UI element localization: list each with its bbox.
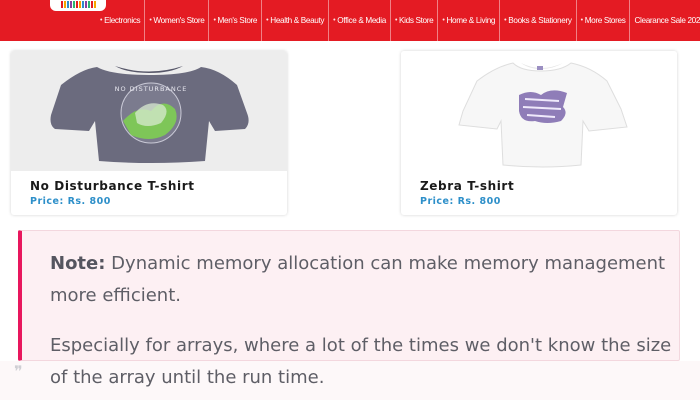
nav-item-label: Health & Beauty [270,16,325,25]
product-name[interactable]: Zebra T-shirt [420,179,514,193]
nav-item-books-stationery[interactable]: • Books & Stationery [500,0,577,41]
nav-item-health-beauty[interactable]: • Health & Beauty [262,0,330,41]
white-tshirt-zebra-image[interactable] [401,51,677,171]
nav-item-label: Men's Store [217,16,258,25]
nav-item-clearance-sale[interactable]: Clearance Sale 2022 [630,0,700,41]
nav-item-office-media[interactable]: • Office & Media [329,0,391,41]
product-price: Price: Rs. 800 [420,196,501,207]
nav-item-label: Women's Store [153,16,205,25]
nav-item-mens-store[interactable]: • Men's Store [209,0,263,41]
nav-item-electronics[interactable]: • Electronics [96,0,146,41]
nav-item-label: Office & Media [337,16,386,25]
nav-item-kids-store[interactable]: • Kids Store [391,0,439,41]
top-navbar: • Electronics • Women's Store • Men's Store… [0,0,700,41]
quote-icon: ❞ [14,362,23,381]
note-paragraph: Note: Dynamic memory allocation can make… [50,248,680,312]
product-card[interactable]: Zebra T-shirt Price: Rs. 800 [401,51,677,215]
nav-item-label: Electronics [104,16,141,25]
note-paragraph-2: Especially for arrays, where a lot of th… [50,335,672,388]
nav-item-label: Kids Store [399,16,434,25]
note-body: Dynamic memory allocation can make memor… [50,253,666,306]
note-label: Note: [50,253,106,274]
nav-item-more-stores[interactable]: • More Stores [577,0,631,41]
product-price: Price: Rs. 800 [30,196,111,207]
nav-menu: • Electronics • Women's Store • Men's Store… [96,0,700,41]
product-name[interactable]: No Disturbance T-shirt [30,179,195,193]
nav-item-label: Home & Living [446,16,496,25]
svg-text:NO DISTURBANCE: NO DISTURBANCE [115,85,188,93]
product-card[interactable]: NO DISTURBANCE No Disturbance T-shirt Pr… [11,51,287,215]
grey-tshirt-image[interactable]: NO DISTURBANCE [11,51,287,171]
nav-item-label: Clearance Sale 2022 [634,16,700,25]
nav-item-label: More Stores [584,16,626,25]
nav-item-home-living[interactable]: • Home & Living [438,0,501,41]
nav-item-womens-store[interactable]: • Women's Store [145,0,210,41]
nav-item-label: Books & Stationery [508,16,572,25]
